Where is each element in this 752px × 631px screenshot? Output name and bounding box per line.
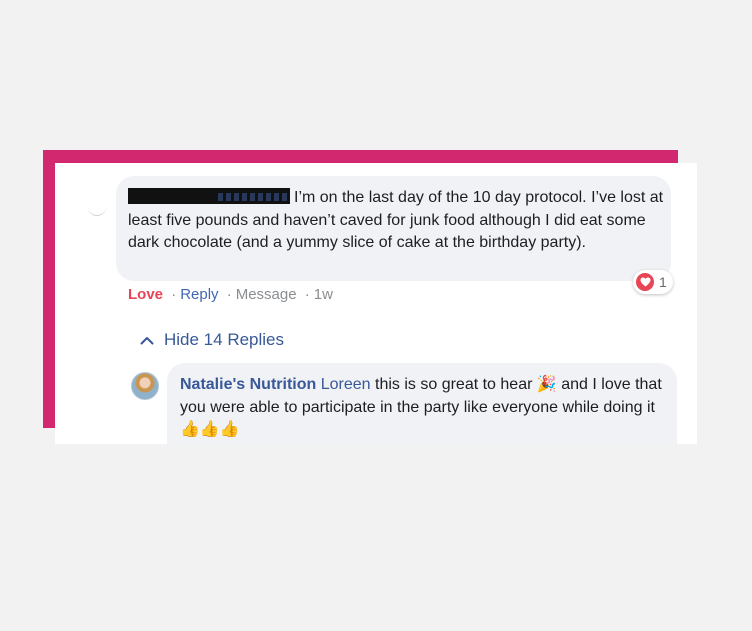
avatar[interactable]	[131, 372, 159, 400]
redacted-author-name	[128, 188, 290, 204]
comment-bubble: I’m on the last day of the 10 day protoc…	[116, 176, 671, 281]
separator: ·	[304, 286, 310, 303]
separator: ·	[171, 286, 177, 303]
comment-thread-card: I’m on the last day of the 10 day protoc…	[55, 163, 697, 444]
thread-connector	[88, 207, 106, 216]
message-button[interactable]: Message	[236, 286, 297, 303]
chevron-up-icon	[140, 330, 154, 350]
party-popper-emoji: 🎉	[536, 376, 557, 393]
love-button[interactable]: Love	[128, 286, 163, 303]
reply-bubble: Natalie's Nutrition Loreen this is so gr…	[167, 363, 677, 444]
reply-author-link[interactable]: Natalie's Nutrition	[180, 376, 316, 393]
hide-replies-label: Hide 14 Replies	[164, 330, 285, 349]
reaction-count: 1	[659, 274, 667, 290]
reply-text-part1: this is so great to hear	[375, 376, 533, 393]
reply-button[interactable]: Reply	[180, 286, 218, 303]
mention-link[interactable]: Loreen	[321, 376, 371, 393]
separator: ·	[226, 286, 232, 303]
heart-icon	[636, 273, 654, 291]
comment-timestamp[interactable]: 1w	[314, 286, 333, 303]
thumbs-up-emoji: 👍👍👍	[180, 421, 240, 438]
hide-replies-button[interactable]: Hide 14 Replies	[140, 330, 284, 350]
reaction-badge[interactable]: 1	[633, 270, 673, 294]
comment-actions: Love · Reply · Message · 1w	[128, 286, 333, 303]
